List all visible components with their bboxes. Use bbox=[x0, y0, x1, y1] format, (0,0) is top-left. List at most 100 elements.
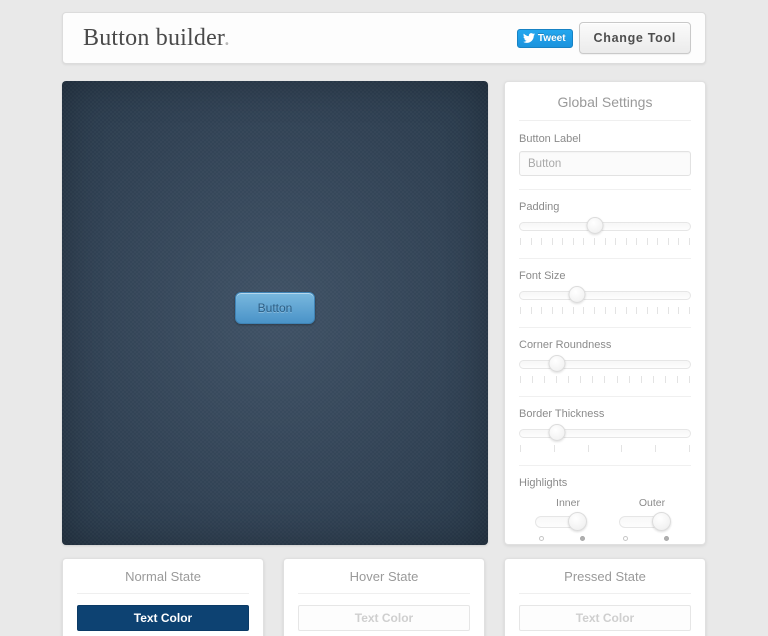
padding-label: Padding bbox=[519, 201, 560, 213]
global-settings-panel: Global Settings Button Label Padding Fon… bbox=[504, 81, 706, 545]
slider-tick bbox=[572, 307, 574, 314]
outer-highlight-toggle[interactable] bbox=[619, 512, 675, 531]
slider-tick bbox=[636, 238, 638, 245]
font-size-slider-handle[interactable] bbox=[568, 286, 586, 303]
padding-slider-handle[interactable] bbox=[586, 217, 604, 234]
slider-tick bbox=[587, 445, 589, 452]
normal-state-text-color-button[interactable]: Text Color bbox=[77, 605, 249, 631]
slider-tick bbox=[688, 445, 690, 452]
slider-tick bbox=[678, 307, 680, 314]
slider-tick bbox=[583, 307, 585, 314]
outer-highlight-radio-on[interactable] bbox=[664, 536, 669, 541]
slider-tick bbox=[615, 238, 617, 245]
padding-slider-track[interactable] bbox=[519, 222, 691, 231]
app-header: Button builder. Tweet Change Tool bbox=[62, 12, 706, 64]
slider-tick bbox=[593, 238, 595, 245]
settings-panel-title: Global Settings bbox=[519, 94, 691, 121]
slider-tick bbox=[530, 238, 532, 245]
slider-tick bbox=[676, 376, 678, 383]
border-thickness-field: Border Thickness bbox=[519, 408, 691, 452]
slider-tick bbox=[616, 376, 618, 383]
border-thickness-slider-track[interactable] bbox=[519, 429, 691, 438]
settings-divider-2 bbox=[519, 258, 691, 259]
inner-highlight-radio-on[interactable] bbox=[580, 536, 585, 541]
inner-highlight-toggle-knob[interactable] bbox=[568, 512, 587, 531]
padding-slider[interactable] bbox=[519, 217, 691, 234]
slider-tick bbox=[664, 376, 666, 383]
font-size-label: Font Size bbox=[519, 270, 566, 282]
settings-divider-5 bbox=[519, 465, 691, 466]
slider-tick bbox=[544, 376, 546, 383]
twitter-bird-icon bbox=[522, 33, 535, 43]
slider-tick bbox=[657, 307, 659, 314]
slider-tick bbox=[628, 376, 630, 383]
slider-tick bbox=[640, 376, 642, 383]
slider-tick bbox=[655, 445, 657, 452]
slider-tick bbox=[520, 445, 521, 452]
slider-tick bbox=[593, 307, 595, 314]
outer-highlight-toggle-knob[interactable] bbox=[652, 512, 671, 531]
corner-roundness-field: Corner Roundness bbox=[519, 339, 691, 383]
normal-state-card: Normal State Text Color bbox=[62, 558, 264, 636]
outer-highlight-radios bbox=[619, 536, 685, 541]
preview-canvas[interactable]: Button bbox=[62, 81, 488, 545]
slider-tick bbox=[646, 307, 648, 314]
preview-button[interactable]: Button bbox=[234, 292, 316, 324]
slider-tick bbox=[621, 445, 623, 452]
border-thickness-label: Border Thickness bbox=[519, 408, 605, 420]
slider-tick bbox=[652, 376, 654, 383]
slider-tick bbox=[562, 307, 564, 314]
border-thickness-slider-ticks bbox=[519, 445, 691, 452]
slider-tick bbox=[553, 445, 555, 452]
border-thickness-slider[interactable] bbox=[519, 424, 691, 441]
slider-tick bbox=[541, 238, 543, 245]
pressed-state-card: Pressed State Text Color bbox=[504, 558, 706, 636]
slider-tick bbox=[604, 307, 606, 314]
slider-tick bbox=[689, 307, 690, 314]
page-title: Button builder. bbox=[83, 25, 517, 52]
slider-tick bbox=[625, 307, 627, 314]
slider-tick bbox=[604, 238, 606, 245]
page-title-text: Button builder bbox=[83, 24, 224, 51]
border-thickness-slider-handle[interactable] bbox=[548, 424, 566, 441]
slider-tick bbox=[592, 376, 594, 383]
slider-tick bbox=[667, 307, 669, 314]
slider-tick bbox=[520, 376, 521, 383]
inner-highlight-toggle[interactable] bbox=[535, 512, 591, 531]
slider-tick bbox=[657, 238, 659, 245]
slider-tick bbox=[678, 238, 680, 245]
slider-tick bbox=[551, 238, 553, 245]
pressed-state-text-color-button[interactable]: Text Color bbox=[519, 605, 691, 631]
slider-tick bbox=[688, 376, 690, 383]
button-label-input[interactable] bbox=[519, 151, 691, 176]
slider-tick bbox=[604, 376, 606, 383]
page-title-dot: . bbox=[223, 24, 231, 51]
corner-roundness-slider[interactable] bbox=[519, 355, 691, 372]
highlights-field: Highlights Inner Outer bbox=[519, 477, 691, 541]
slider-tick bbox=[583, 238, 585, 245]
slider-tick bbox=[520, 238, 521, 245]
settings-divider-1 bbox=[519, 189, 691, 190]
hover-state-text-color-button[interactable]: Text Color bbox=[298, 605, 470, 631]
slider-tick bbox=[530, 307, 532, 314]
slider-tick bbox=[568, 376, 570, 383]
font-size-slider-track[interactable] bbox=[519, 291, 691, 300]
slider-tick bbox=[580, 376, 582, 383]
slider-tick bbox=[646, 238, 648, 245]
pressed-state-title: Pressed State bbox=[519, 569, 691, 594]
font-size-slider[interactable] bbox=[519, 286, 691, 303]
settings-divider-3 bbox=[519, 327, 691, 328]
slider-tick bbox=[541, 307, 543, 314]
header-actions: Tweet Change Tool bbox=[516, 22, 691, 54]
padding-slider-ticks bbox=[519, 238, 691, 245]
corner-roundness-slider-track[interactable] bbox=[519, 360, 691, 369]
tweet-button[interactable]: Tweet bbox=[516, 28, 573, 48]
state-panels: Normal State Text Color Hover State Text… bbox=[62, 558, 706, 636]
slider-tick bbox=[520, 307, 521, 314]
padding-field: Padding bbox=[519, 201, 691, 245]
corner-roundness-slider-handle[interactable] bbox=[548, 355, 566, 372]
hover-state-card: Hover State Text Color bbox=[283, 558, 485, 636]
font-size-slider-ticks bbox=[519, 307, 691, 314]
outer-highlight-group: Outer bbox=[619, 497, 685, 541]
change-tool-button[interactable]: Change Tool bbox=[578, 22, 691, 54]
